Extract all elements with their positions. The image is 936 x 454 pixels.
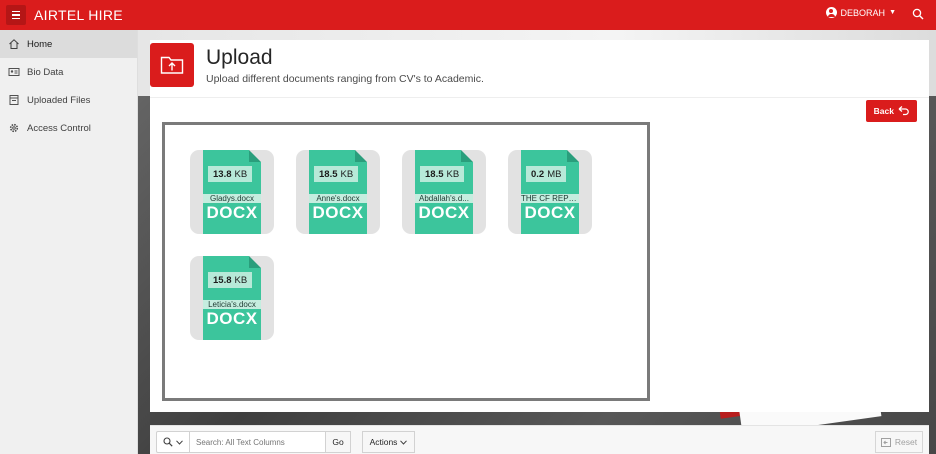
upload-region: Upload Upload different documents rangin… [150,40,929,412]
user-menu-button[interactable]: DEBORAH ▼ [825,7,896,18]
home-icon [8,38,20,50]
search-icon[interactable] [912,8,924,20]
file-name: THE CF REPO... [521,194,579,203]
file-name: Abdallah's.d... [415,194,473,203]
chevron-down-icon [400,439,408,445]
back-arrow-icon [898,106,909,116]
report-toolbar: Go Actions Reset [150,425,929,454]
file-extension: DOCX [524,203,576,222]
sidebar-item-label: Home [27,38,53,50]
file-gallery: 13.8 KB Gladys.docx DOCX 18.5 KB Anne's.do… [162,122,650,401]
go-button[interactable]: Go [325,431,351,453]
sidebar-item-label: Access Control [27,122,91,134]
file-size: 13.8 KB [208,166,253,182]
file-size: 18.5 KB [420,166,465,182]
reset-label: Reset [894,437,918,447]
app-title[interactable]: AIRTEL HIRE [34,7,123,23]
search-input[interactable] [190,431,326,453]
file-name: Anne's.docx [309,194,367,203]
file-size: 0.2 MB [526,166,567,182]
back-button[interactable]: Back [865,100,917,122]
chevron-down-icon [176,439,183,445]
file-extension: DOCX [418,203,470,222]
file-size: 15.8 KB [208,272,253,288]
search-column-button[interactable] [156,431,190,453]
sidebar-item-home[interactable]: Home [0,30,137,58]
user-icon [825,7,837,18]
page-title: Upload [206,46,273,69]
sidebar-item-uploaded-files[interactable]: Uploaded Files [0,86,137,114]
sidebar-item-bio-data[interactable]: Bio Data [0,58,137,86]
file-list-icon [8,94,20,106]
actions-label: Actions [369,437,398,447]
id-card-icon [8,66,20,78]
actions-button[interactable]: Actions [362,431,415,453]
file-card[interactable]: 18.5 KB Anne's.docx DOCX [296,150,380,234]
sidebar-item-label: Uploaded Files [27,94,91,106]
file-name: Gladys.docx [203,194,261,203]
menu-icon [12,10,20,13]
file-extension: DOCX [206,203,258,222]
reset-icon [880,437,891,447]
back-button-label: Back [873,106,894,116]
page-subtitle: Upload different documents ranging from … [206,73,484,85]
reset-button[interactable]: Reset [875,431,923,453]
user-name: DEBORAH [840,7,886,18]
sidebar-item-access-control[interactable]: Access Control [0,114,137,142]
sidebar-item-label: Bio Data [27,66,64,78]
file-extension: DOCX [206,309,258,328]
sidebar: Home Bio Data Uploaded Files Access Cont… [0,30,138,454]
region-header: Upload Upload different documents rangin… [150,40,929,98]
file-size: 18.5 KB [314,166,359,182]
app-header: AIRTEL HIRE DEBORAH ▼ [0,0,936,30]
gear-icon [8,122,20,134]
hamburger-menu-button[interactable] [6,5,26,25]
folder-upload-icon [150,43,194,87]
caret-down-icon: ▼ [889,9,896,16]
file-card[interactable]: 13.8 KB Gladys.docx DOCX [190,150,274,234]
file-card[interactable]: 0.2 MB THE CF REPO... DOCX [508,150,592,234]
file-card[interactable]: 15.8 KB Leticia's.docx DOCX [190,256,274,340]
file-extension: DOCX [312,203,364,222]
file-name: Leticia's.docx [203,300,261,309]
file-card[interactable]: 18.5 KB Abdallah's.d... DOCX [402,150,486,234]
search-icon [163,437,173,447]
